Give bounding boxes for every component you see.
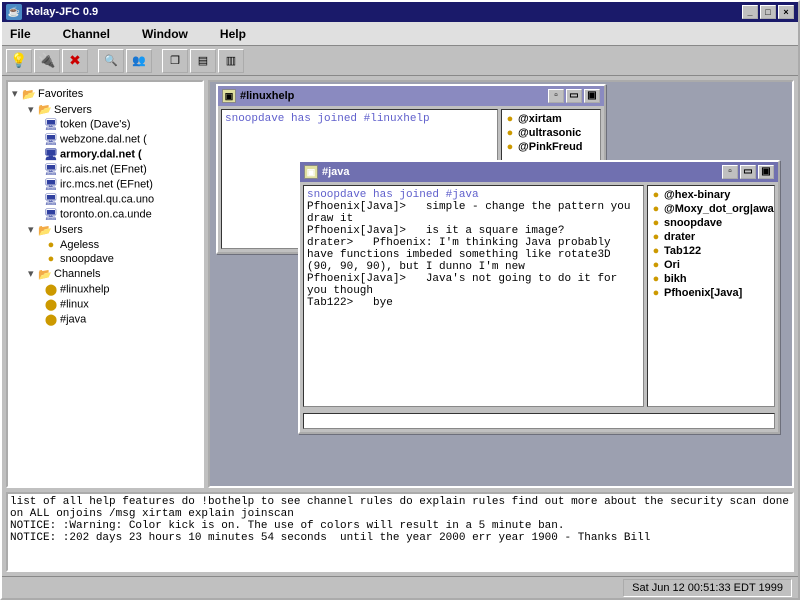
server-icon: 🖥 (44, 163, 58, 176)
list-item[interactable]: ●@PinkFreud (504, 140, 598, 154)
lightbulb-icon[interactable]: 💡 (6, 49, 32, 73)
tree-server-item[interactable]: 🖥webzone.dal.net ( (12, 132, 198, 147)
list-item[interactable]: ●bikh (650, 272, 772, 286)
list-item[interactable]: ●@Moxy_dot_org|away| (650, 202, 772, 216)
status-clock: Sat Jun 12 00:51:33 EDT 1999 (623, 579, 792, 597)
user-list[interactable]: ●@hex-binary ●@Moxy_dot_org|away| ●snoop… (647, 185, 775, 407)
server-icon: 🖥 (44, 178, 58, 191)
person-icon: ● (504, 113, 516, 125)
person-icon: ● (650, 189, 662, 201)
window-title: Relay-JFC 0.9 (26, 6, 740, 18)
tile-horizontal-icon[interactable]: ▤ (190, 49, 216, 73)
app-window: ☕ Relay-JFC 0.9 _ □ × File Channel Windo… (0, 0, 800, 600)
tree-server-item[interactable]: 🖥armory.dal.net ( (12, 147, 198, 162)
close-button[interactable]: ▣ (584, 89, 600, 103)
tree-channels[interactable]: ▾📂Channels (12, 266, 198, 282)
users-icon[interactable]: 👥 (126, 49, 152, 73)
window-icon: ▣ (304, 165, 318, 179)
server-icon: 🖥 (44, 208, 58, 221)
minimize-button[interactable]: ▫ (548, 89, 564, 103)
internal-titlebar[interactable]: ▣ #java ▫ ▭ ▣ (300, 162, 778, 182)
server-icon: 🖥 (44, 193, 58, 206)
tree-server-item[interactable]: 🖥token (Dave's) (12, 117, 198, 132)
mdi-area: ▣ #linuxhelp ▫ ▭ ▣ snoopdave has joined … (208, 80, 794, 488)
window-title: #linuxhelp (240, 90, 546, 102)
list-item[interactable]: ●@hex-binary (650, 188, 772, 202)
person-icon: ● (650, 287, 662, 299)
folder-icon: 📂 (38, 268, 52, 281)
maximize-button[interactable]: □ (760, 5, 776, 19)
internal-titlebar[interactable]: ▣ #linuxhelp ▫ ▭ ▣ (218, 86, 604, 106)
tree-channel-item[interactable]: ⬤#linuxhelp (12, 282, 198, 297)
statusbar: Sat Jun 12 00:51:33 EDT 1999 (2, 576, 798, 598)
disconnect-icon[interactable]: ✖ (62, 49, 88, 73)
server-icon: 🖥 (44, 133, 58, 146)
close-button[interactable]: × (778, 5, 794, 19)
connect-icon[interactable]: 🔌 (34, 49, 60, 73)
tile-vertical-icon[interactable]: ▥ (218, 49, 244, 73)
list-item[interactable]: ●Tab122 (650, 244, 772, 258)
folder-icon: 📂 (38, 224, 52, 237)
menubar: File Channel Window Help (2, 22, 798, 46)
menu-help[interactable]: Help (220, 27, 246, 41)
tree-server-item[interactable]: 🖥irc.mcs.net (EFnet) (12, 177, 198, 192)
minimize-button[interactable]: _ (742, 5, 758, 19)
menu-file[interactable]: File (10, 27, 31, 41)
server-icon: 🖥 (44, 148, 58, 161)
tree-server-item[interactable]: 🖥irc.ais.net (EFnet) (12, 162, 198, 177)
tree-server-item[interactable]: 🖥montreal.qu.ca.uno (12, 192, 198, 207)
maximize-button[interactable]: ▭ (740, 165, 756, 179)
main-area: ▾📂Favorites ▾📂Servers 🖥token (Dave's) 🖥w… (2, 76, 798, 492)
person-icon: ● (650, 203, 662, 215)
server-console[interactable]: list of all help features do !bothelp to… (6, 492, 794, 572)
window-icon: ▣ (222, 89, 236, 103)
list-item[interactable]: ●@ultrasonic (504, 126, 598, 140)
people-icon: ⬤ (44, 298, 58, 311)
input-bar (300, 410, 778, 432)
server-icon: 🖥 (44, 118, 58, 131)
people-icon: ⬤ (44, 313, 58, 326)
tree-channel-item[interactable]: ⬤#java (12, 312, 198, 327)
java-logo-icon: ☕ (6, 4, 22, 20)
tree-channel-item[interactable]: ⬤#linux (12, 297, 198, 312)
list-item[interactable]: ●Ori (650, 258, 772, 272)
person-icon: ● (650, 273, 662, 285)
cascade-icon[interactable]: ❐ (162, 49, 188, 73)
person-icon: ● (650, 217, 662, 229)
person-icon: ● (44, 239, 58, 251)
people-icon: ⬤ (44, 283, 58, 296)
message-input[interactable] (303, 413, 775, 429)
channel-window-java[interactable]: ▣ #java ▫ ▭ ▣ snoopdave has joined #java… (298, 160, 780, 434)
list-item[interactable]: ●@xirtam (504, 112, 598, 126)
tree-user-item[interactable]: ●snoopdave (12, 252, 198, 266)
folder-icon: 📂 (22, 88, 36, 101)
sidebar-tree[interactable]: ▾📂Favorites ▾📂Servers 🖥token (Dave's) 🖥w… (6, 80, 204, 488)
person-icon: ● (650, 231, 662, 243)
tree-favorites[interactable]: ▾📂Favorites (12, 86, 198, 102)
person-icon: ● (504, 127, 516, 139)
minimize-button[interactable]: ▫ (722, 165, 738, 179)
tree-users[interactable]: ▾📂Users (12, 222, 198, 238)
person-icon: ● (650, 259, 662, 271)
tree-server-item[interactable]: 🖥toronto.on.ca.unde (12, 207, 198, 222)
tree-user-item[interactable]: ●Ageless (12, 238, 198, 252)
toolbar: 💡 🔌 ✖ 🔍 👥 ❐ ▤ ▥ (2, 46, 798, 76)
titlebar: ☕ Relay-JFC 0.9 _ □ × (2, 2, 798, 22)
person-icon: ● (504, 141, 516, 153)
menu-window[interactable]: Window (142, 27, 188, 41)
list-item[interactable]: ●drater (650, 230, 772, 244)
folder-icon: 📂 (38, 103, 52, 116)
list-item[interactable]: ●Pfhoenix[Java] (650, 286, 772, 300)
close-button[interactable]: ▣ (758, 165, 774, 179)
person-icon: ● (44, 253, 58, 265)
chat-log[interactable]: snoopdave has joined #java Pfhoenix[Java… (303, 185, 644, 407)
window-title: #java (322, 166, 720, 178)
person-icon: ● (650, 245, 662, 257)
binoculars-icon[interactable]: 🔍 (98, 49, 124, 73)
menu-channel[interactable]: Channel (63, 27, 110, 41)
maximize-button[interactable]: ▭ (566, 89, 582, 103)
tree-servers[interactable]: ▾📂Servers (12, 102, 198, 118)
list-item[interactable]: ●snoopdave (650, 216, 772, 230)
